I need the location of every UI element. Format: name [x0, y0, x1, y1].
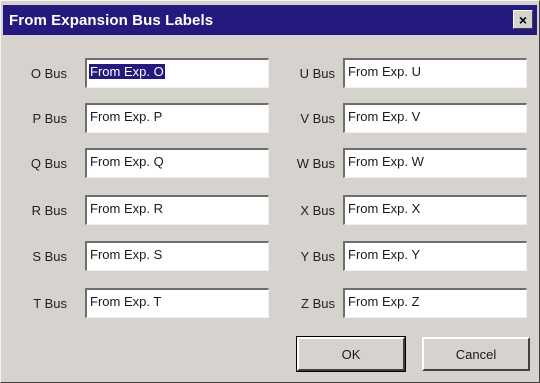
- s-bus-value: From Exp. S: [90, 247, 163, 262]
- r-bus-label: R Bus: [31, 203, 67, 218]
- dialog-title: From Expansion Bus Labels: [9, 11, 214, 29]
- x-bus-input[interactable]: From Exp. X: [343, 195, 527, 225]
- o-bus-input[interactable]: From Exp. O: [85, 58, 269, 88]
- x-bus-value: From Exp. X: [348, 201, 421, 216]
- u-bus-label: U Bus: [299, 66, 335, 81]
- p-bus-input[interactable]: From Exp. P: [85, 103, 269, 133]
- close-button[interactable]: ×: [513, 10, 533, 29]
- p-bus-value: From Exp. P: [90, 109, 163, 124]
- w-bus-value: From Exp. W: [348, 154, 424, 169]
- r-bus-input[interactable]: From Exp. R: [85, 195, 269, 225]
- o-bus-value: From Exp. O: [89, 64, 165, 79]
- s-bus-label: S Bus: [32, 249, 67, 264]
- title-bar[interactable]: From Expansion Bus Labels ×: [3, 5, 537, 35]
- y-bus-label: Y Bus: [300, 249, 335, 264]
- w-bus-input[interactable]: From Exp. W: [343, 148, 527, 178]
- u-bus-value: From Exp. U: [348, 64, 421, 79]
- y-bus-input[interactable]: From Exp. Y: [343, 241, 527, 271]
- bus-labels-dialog: From Expansion Bus Labels × O Bus From E…: [0, 0, 540, 383]
- x-bus-label: X Bus: [300, 203, 335, 218]
- q-bus-value: From Exp. Q: [90, 154, 164, 169]
- o-bus-label: O Bus: [30, 66, 67, 81]
- ok-button[interactable]: OK: [296, 336, 406, 372]
- t-bus-label: T Bus: [33, 296, 67, 311]
- r-bus-value: From Exp. R: [90, 201, 163, 216]
- y-bus-value: From Exp. Y: [348, 247, 421, 262]
- q-bus-label: Q Bus: [30, 156, 67, 171]
- v-bus-label: V Bus: [300, 111, 335, 126]
- z-bus-value: From Exp. Z: [348, 294, 420, 309]
- z-bus-label: Z Bus: [301, 296, 335, 311]
- cancel-button[interactable]: Cancel: [422, 337, 530, 371]
- s-bus-input[interactable]: From Exp. S: [85, 241, 269, 271]
- t-bus-value: From Exp. T: [90, 294, 162, 309]
- t-bus-input[interactable]: From Exp. T: [85, 288, 269, 318]
- v-bus-input[interactable]: From Exp. V: [343, 103, 527, 133]
- w-bus-label: W Bus: [296, 156, 335, 171]
- z-bus-input[interactable]: From Exp. Z: [343, 288, 527, 318]
- u-bus-input[interactable]: From Exp. U: [343, 58, 527, 88]
- p-bus-label: P Bus: [32, 111, 67, 126]
- close-icon: ×: [518, 11, 528, 28]
- q-bus-input[interactable]: From Exp. Q: [85, 148, 269, 178]
- v-bus-value: From Exp. V: [348, 109, 421, 124]
